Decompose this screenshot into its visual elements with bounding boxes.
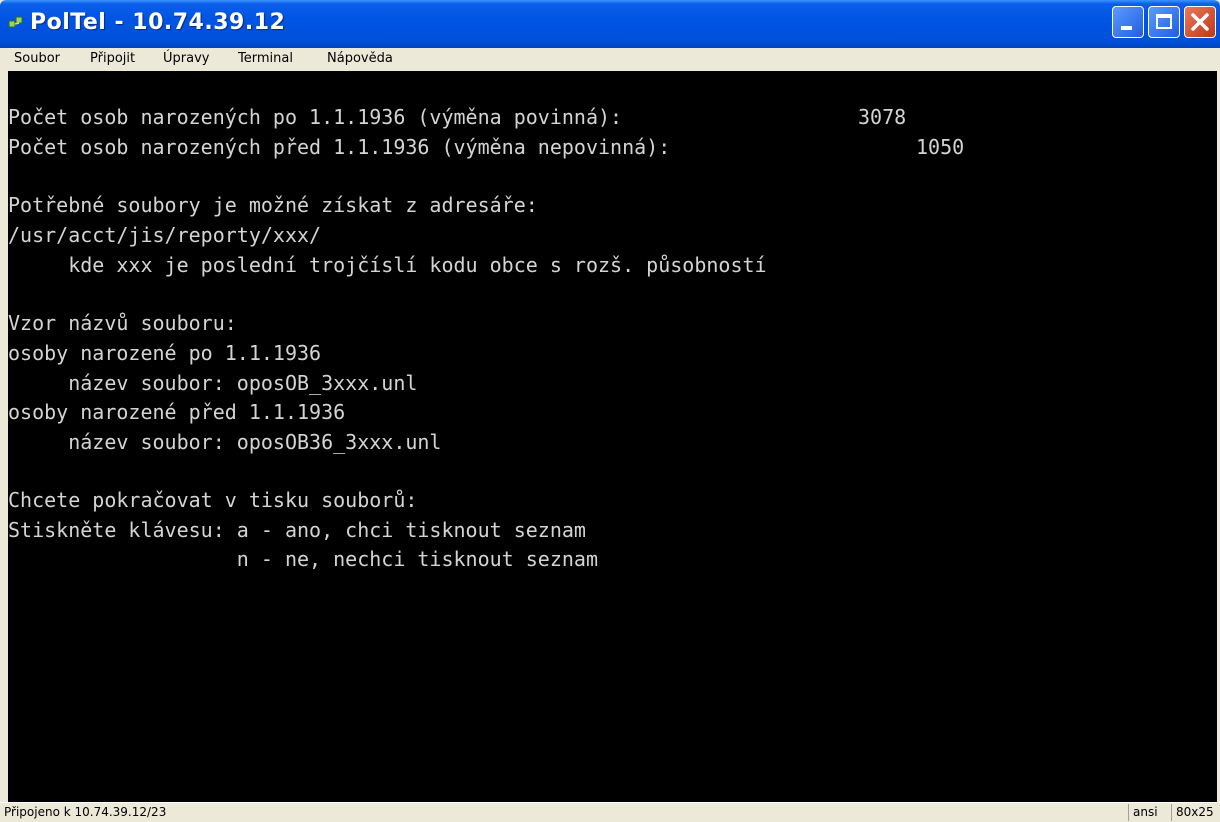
terminal-line: Chcete pokračovat v tisku souborů:	[8, 488, 418, 512]
terminal-line: název soubor: oposOB36_3xxx.unl	[8, 430, 442, 454]
app-icon[interactable]	[8, 15, 24, 31]
connection-status: Připojeno k 10.74.39.12/23	[4, 805, 167, 819]
terminal-line: Vzor názvů souboru:	[8, 311, 237, 335]
terminal-line: kde xxx je poslední trojčíslí kodu obce …	[8, 253, 767, 277]
close-icon	[1191, 13, 1209, 31]
terminal-line: osoby narozené po 1.1.1936	[8, 341, 322, 365]
app-window: PolTel - 10.74.39.12 Soubor Připojit Úpr…	[0, 0, 1220, 822]
menu-terminal[interactable]: Terminal	[238, 51, 293, 66]
terminal-screen[interactable]: Počet osob narozených po 1.1.1936 (výměn…	[8, 71, 1217, 802]
maximize-button[interactable]	[1148, 6, 1180, 38]
status-bar: Připojeno k 10.74.39.12/23 ansi 80x25	[0, 802, 1220, 822]
menu-soubor[interactable]: Soubor	[14, 51, 60, 66]
terminal-line: n - ne, nechci tisknout seznam	[8, 547, 599, 571]
minimize-icon	[1121, 26, 1132, 30]
window-title: PolTel - 10.74.39.12	[30, 10, 286, 35]
count-born-before: 1050	[916, 135, 965, 159]
maximize-icon	[1156, 14, 1172, 29]
emulation-status: ansi	[1128, 804, 1171, 821]
terminal-line: Potřebné soubory je možné získat z adres…	[8, 193, 538, 217]
terminal-line: /usr/acct/jis/reporty/xxx/	[8, 223, 322, 247]
terminal-line: název soubor: oposOB_3xxx.unl	[8, 371, 418, 395]
terminal-line: Počet osob narozených po 1.1.1936 (výměn…	[8, 105, 623, 129]
menu-napoveda[interactable]: Nápověda	[327, 51, 393, 66]
terminal-line: Stiskněte klávesu: a - ano, chci tisknou…	[8, 518, 586, 542]
menu-bar: Soubor Připojit Úpravy Terminal Nápověda	[0, 48, 1220, 69]
count-born-after: 3078	[858, 105, 907, 129]
menu-pripojit[interactable]: Připojit	[90, 51, 135, 66]
terminal-line: Počet osob narozených před 1.1.1936 (vým…	[8, 135, 671, 159]
title-bar[interactable]: PolTel - 10.74.39.12	[0, 0, 1220, 48]
menu-upravy[interactable]: Úpravy	[163, 51, 209, 66]
minimize-button[interactable]	[1112, 6, 1144, 38]
terminal-size-status: 80x25	[1171, 804, 1220, 821]
terminal-line: osoby narozené před 1.1.1936	[8, 400, 346, 424]
close-button[interactable]	[1184, 6, 1216, 38]
